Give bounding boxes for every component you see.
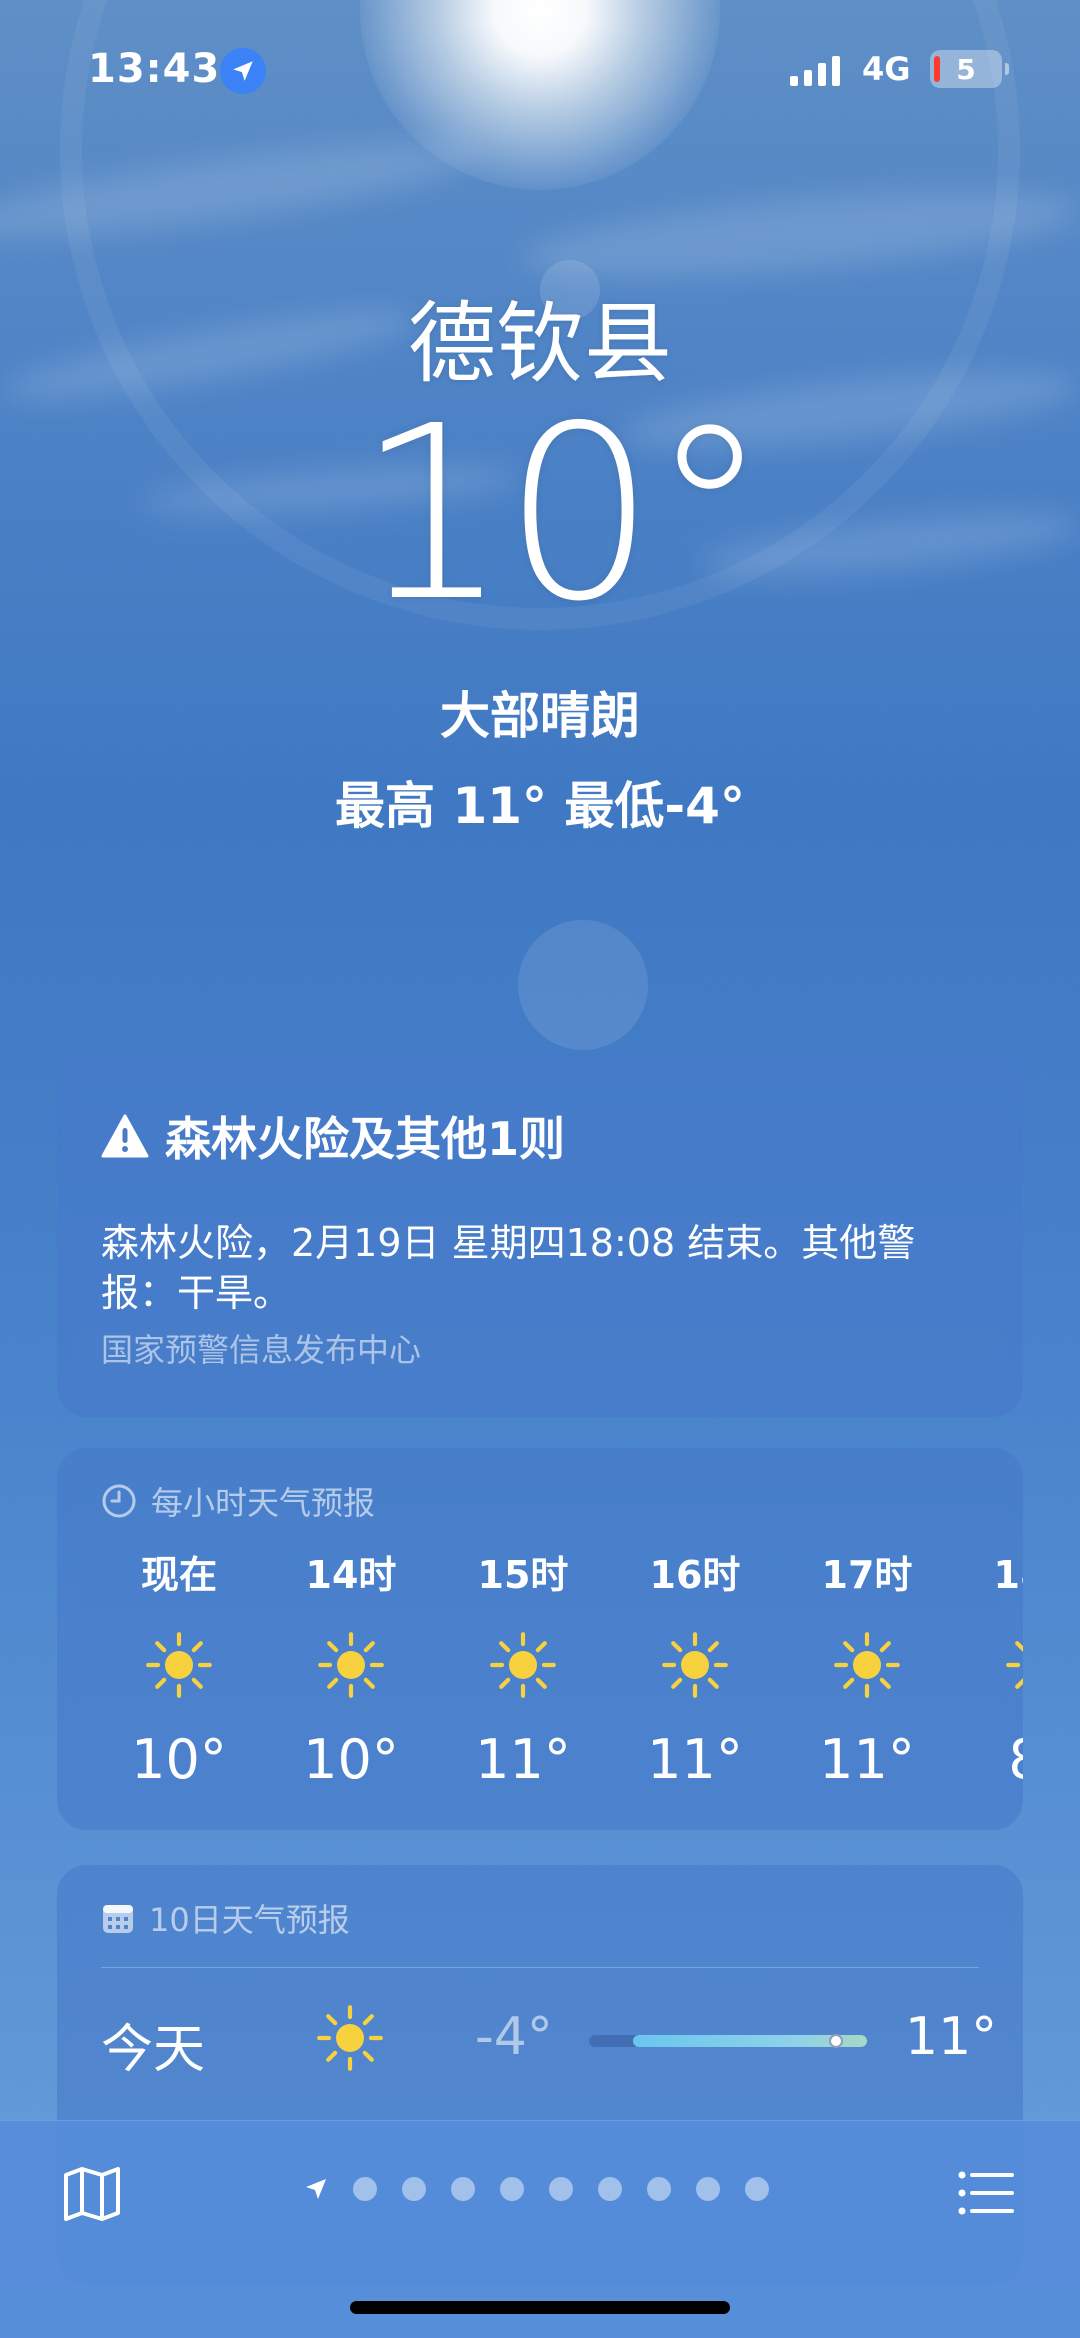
current-temperature: 10° xyxy=(356,374,769,654)
hour-temperature: 11° xyxy=(647,1728,743,1791)
alert-description: 森林火险，2月19日 星期四18:08 结束。其他警报：干旱。 xyxy=(101,1221,916,1315)
hour-temperature: 11° xyxy=(475,1728,571,1791)
sun-icon xyxy=(1004,1630,1023,1700)
cloud-wisp xyxy=(518,175,1080,295)
alert-title: 森林火险及其他1则 xyxy=(165,1112,566,1166)
cloud-wisp xyxy=(0,124,482,256)
page-dot[interactable] xyxy=(647,2177,671,2201)
status-bar: 13:43 4G 5 xyxy=(0,40,1080,110)
map-icon[interactable] xyxy=(60,2161,124,2225)
sun-icon xyxy=(660,1630,730,1700)
page-indicator[interactable] xyxy=(304,2177,769,2201)
lens-flare xyxy=(518,920,648,1050)
page-dot[interactable] xyxy=(402,2177,426,2201)
status-time: 13:43 xyxy=(88,46,221,92)
battery-level: 5 xyxy=(956,52,976,86)
battery-icon: 5 xyxy=(930,50,1009,88)
weather-condition: 大部晴朗 xyxy=(440,687,640,745)
hourly-item: 现在 10° xyxy=(99,1550,259,1791)
hourly-item: 17时 11° xyxy=(787,1550,947,1791)
day-low-temp: -4° xyxy=(475,2007,553,2067)
current-weather: 德钦县 10° 大部晴朗 最高 11° 最低-4° xyxy=(0,300,1080,838)
hour-label: 15时 xyxy=(477,1553,569,1597)
day-name: 今天 xyxy=(101,2020,206,2080)
daily-heading: 10日天气预报 xyxy=(149,1901,350,1939)
home-indicator[interactable] xyxy=(350,2301,730,2314)
hour-label: 14时 xyxy=(305,1553,397,1597)
temperature-range-bar xyxy=(589,2034,867,2048)
hour-temperature: 10° xyxy=(303,1728,399,1791)
alert-header: 森林火险及其他1则 xyxy=(101,1103,565,1169)
high-low-temperature: 最高 11° 最低-4° xyxy=(335,777,745,835)
sun-icon xyxy=(315,2003,385,2073)
page-dot[interactable] xyxy=(745,2177,769,2201)
hourly-scroller[interactable]: 现在 10° 14时 10° 15时 11° 16时 11° 17时 11° 18时 8° xyxy=(57,1550,1023,1810)
page-dot[interactable] xyxy=(696,2177,720,2201)
hour-temperature: 11° xyxy=(819,1728,915,1791)
hour-label: 16时 xyxy=(649,1553,741,1597)
list-icon[interactable] xyxy=(954,2161,1018,2225)
hour-temperature: 10° xyxy=(131,1728,227,1791)
page-dot[interactable] xyxy=(353,2177,377,2201)
hour-label: 18时 xyxy=(993,1553,1023,1597)
alert-source[interactable]: 国家预警信息发布中心 xyxy=(101,1325,421,1371)
hourly-heading: 每小时天气预报 xyxy=(151,1484,376,1522)
sun-icon xyxy=(832,1630,902,1700)
daily-header: 10日天气预报 xyxy=(101,1895,350,1941)
hourly-item: 16时 11° xyxy=(615,1550,775,1791)
bottom-toolbar xyxy=(0,2120,1080,2338)
signal-bars-icon xyxy=(790,54,840,86)
alert-card[interactable]: 森林火险及其他1则 森林火险，2月19日 星期四18:08 结束。其他警报：干旱… xyxy=(57,1053,1023,1417)
page-dot[interactable] xyxy=(598,2177,622,2201)
location-arrow-icon xyxy=(220,48,266,94)
hourly-item: 18时 8° xyxy=(959,1550,1023,1791)
hour-temperature: 8° xyxy=(959,1728,1023,1791)
hour-label: 17时 xyxy=(821,1553,913,1597)
hourly-item: 15时 11° xyxy=(443,1550,603,1791)
sun-icon xyxy=(488,1630,558,1700)
calendar-icon xyxy=(103,1905,133,1933)
clock-icon xyxy=(102,1484,136,1518)
sun-icon xyxy=(144,1630,214,1700)
page-dot[interactable] xyxy=(451,2177,475,2201)
hourly-header: 每小时天气预报 xyxy=(101,1478,375,1524)
page-dot[interactable] xyxy=(500,2177,524,2201)
day-row-today[interactable]: 今天 -4° 11° xyxy=(57,1965,1023,2105)
hourly-item: 14时 10° xyxy=(271,1550,431,1791)
page-dot[interactable] xyxy=(549,2177,573,2201)
day-high-temp: 11° xyxy=(905,2007,998,2067)
sun-icon xyxy=(316,1630,386,1700)
hourly-forecast-card[interactable]: 每小时天气预报 现在 10° 14时 10° 15时 11° 16时 11° 17时 11° 18时… xyxy=(57,1448,1023,1830)
network-type: 4G xyxy=(862,50,911,88)
location-arrow-icon[interactable] xyxy=(304,2177,328,2201)
warning-triangle-icon xyxy=(101,1114,149,1158)
hour-label: 现在 xyxy=(140,1553,217,1597)
